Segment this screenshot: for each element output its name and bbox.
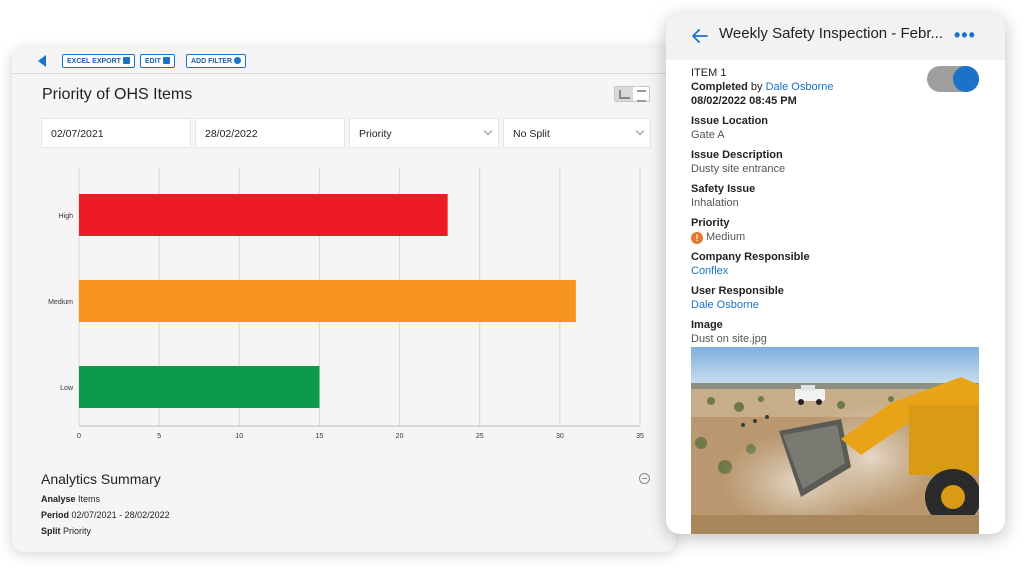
user-link[interactable]: Dale Osborne xyxy=(691,298,986,312)
chevron-down-icon xyxy=(483,126,493,136)
completed-by-link[interactable]: Dale Osborne xyxy=(766,81,834,93)
bar-chart-svg: 0 5 10 15 20 25 30 35 High Medium Low xyxy=(48,168,644,438)
completed-timestamp: 08/02/2022 08:45 PM xyxy=(691,95,797,107)
pencil-icon xyxy=(162,57,170,64)
site-photo[interactable] xyxy=(691,347,979,534)
excel-icon xyxy=(122,57,130,64)
summary-period-label: Period xyxy=(41,510,70,520)
split-value: No Split xyxy=(513,128,550,140)
warning-icon: ! xyxy=(691,232,703,244)
add-filter-button[interactable]: ADD FILTER xyxy=(186,54,247,68)
field-image: Image Dust on site.jpg xyxy=(691,318,986,346)
end-date-value: 28/02/2022 xyxy=(205,128,258,140)
summary-analyse-label: Analyse xyxy=(41,494,76,504)
inspection-header: Weekly Safety Inspection - Febr... ••• xyxy=(666,14,1005,60)
x-tick-label: 35 xyxy=(636,433,644,438)
field-label: User Responsible xyxy=(691,285,784,297)
field-label: Safety Issue xyxy=(691,183,756,195)
add-filter-label: ADD FILTER xyxy=(191,58,233,65)
split-select[interactable]: No Split xyxy=(503,118,651,148)
summary-period: Period 02/07/2021 - 28/02/2022 xyxy=(41,510,170,520)
x-tick-label: 10 xyxy=(235,433,243,438)
page-title: Priority of OHS Items xyxy=(42,86,193,103)
inspection-item: ITEM 1 Completed by Dale Osborne 08/02/2… xyxy=(691,66,986,352)
field-priority: Priority ! Medium xyxy=(691,216,986,244)
category-label: High xyxy=(59,213,74,220)
field-issue-description: Issue Description Dusty site entrance xyxy=(691,148,986,176)
summary-split: Split Priority xyxy=(41,526,170,536)
edit-label: EDIT xyxy=(145,58,161,65)
x-tick-label: 5 xyxy=(157,433,161,438)
bar-chart: 0 5 10 15 20 25 30 35 High Medium Low xyxy=(12,168,676,438)
summary-period-value: 02/07/2021 - 28/02/2022 xyxy=(71,510,170,520)
analytics-toolbar: EXCEL EXPORT EDIT ADD FILTER xyxy=(12,48,676,74)
field-value: Inhalation xyxy=(691,197,739,209)
field-label: Image xyxy=(691,319,723,331)
item-number: ITEM 1 xyxy=(691,67,727,79)
analytics-panel: EXCEL EXPORT EDIT ADD FILTER Priority of… xyxy=(12,48,676,552)
view-toggle[interactable] xyxy=(614,86,650,102)
field-safety-issue: Safety Issue Inhalation xyxy=(691,182,986,210)
field-user-responsible: User Responsible Dale Osborne xyxy=(691,284,986,312)
x-tick-label: 30 xyxy=(556,433,564,438)
field-label: Issue Description xyxy=(691,149,783,161)
group-by-select[interactable]: Priority xyxy=(349,118,499,148)
category-label: Medium xyxy=(48,299,73,306)
field-value: ! Medium xyxy=(691,230,986,244)
group-by-value: Priority xyxy=(359,128,392,140)
summary-split-value: Priority xyxy=(63,526,92,536)
completed-line: Completed by Dale Osborne xyxy=(691,80,986,94)
inspection-title: Weekly Safety Inspection - Febr... xyxy=(719,25,943,42)
image-filename: Dust on site.jpg xyxy=(691,333,767,345)
priority-value: Medium xyxy=(706,231,746,243)
field-label: Priority xyxy=(691,217,730,229)
collapse-icon[interactable] xyxy=(639,473,650,484)
summary-analyse: Analyse Items xyxy=(41,494,170,504)
company-link[interactable]: Conflex xyxy=(691,264,986,278)
summary-title: Analytics Summary xyxy=(41,471,161,487)
completed-label: Completed xyxy=(691,81,748,93)
x-tick-label: 0 xyxy=(77,433,81,438)
category-label: Low xyxy=(60,385,74,392)
bar-medium xyxy=(79,280,576,322)
x-tick-label: 20 xyxy=(396,433,404,438)
list-view-icon[interactable] xyxy=(633,87,651,102)
start-date-value: 02/07/2021 xyxy=(51,128,104,140)
bar-high xyxy=(79,194,448,236)
start-date-field[interactable]: 02/07/2021 xyxy=(41,118,191,148)
field-issue-location: Issue Location Gate A xyxy=(691,114,986,142)
field-company-responsible: Company Responsible Conflex xyxy=(691,250,986,278)
field-value: Dusty site entrance xyxy=(691,163,786,175)
chevron-down-icon xyxy=(635,126,645,136)
field-label: Company Responsible xyxy=(691,251,810,263)
bar-low xyxy=(79,366,320,408)
analytics-summary: Analytics Summary Analyse Items Period 0… xyxy=(41,471,170,536)
completed-by-word: by xyxy=(750,81,763,93)
field-label: Issue Location xyxy=(691,115,769,127)
excel-export-button[interactable]: EXCEL EXPORT xyxy=(62,54,135,68)
summary-split-label: Split xyxy=(41,526,61,536)
chart-view-icon[interactable] xyxy=(615,87,633,101)
field-value: Gate A xyxy=(691,129,725,141)
end-date-field[interactable]: 28/02/2022 xyxy=(195,118,345,148)
plus-circle-icon xyxy=(234,57,242,64)
x-tick-label: 15 xyxy=(316,433,324,438)
excel-export-label: EXCEL EXPORT xyxy=(67,58,121,65)
arrow-left-icon[interactable] xyxy=(692,29,708,43)
x-tick-label: 25 xyxy=(476,433,484,438)
site-photo-image xyxy=(691,347,979,534)
inspection-panel: Weekly Safety Inspection - Febr... ••• I… xyxy=(666,14,1005,534)
summary-analyse-value: Items xyxy=(78,494,101,504)
more-options-icon[interactable]: ••• xyxy=(954,26,976,44)
edit-button[interactable]: EDIT xyxy=(140,54,175,68)
back-arrow-icon[interactable] xyxy=(38,55,46,67)
